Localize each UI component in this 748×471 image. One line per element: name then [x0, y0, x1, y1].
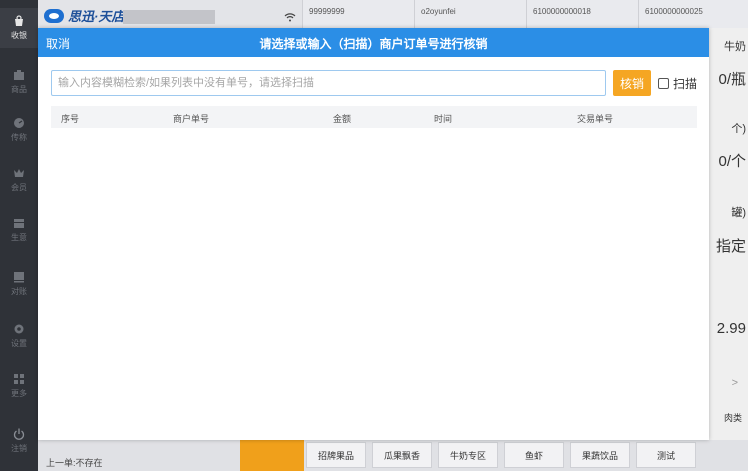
sidebar-item-label: 对账 [11, 287, 27, 296]
sidebar-item-reconcile[interactable]: 对账 [0, 264, 38, 304]
box-icon [13, 69, 25, 81]
crown-icon [13, 167, 25, 179]
dialog-title: 请选择或输入（扫描）商户订单号进行核销 [259, 37, 488, 51]
sidebar-item-label: 会员 [11, 183, 27, 192]
sidebar-item-settings[interactable]: 设置 [0, 316, 38, 356]
background-text: 0/瓶 [718, 71, 746, 88]
category-button[interactable]: 牛奶专区 [438, 442, 498, 468]
top-bar: 思迅·天店 99999999 o2oyunfei 6100000000018 6… [38, 0, 748, 28]
category-button[interactable]: 瓜果飘香 [372, 442, 432, 468]
checkbox-icon[interactable] [658, 78, 669, 89]
power-icon [13, 428, 25, 440]
sidebar-item-scale[interactable]: 传称 [0, 110, 38, 150]
sidebar-item-checkout[interactable]: 收银 [0, 8, 38, 48]
sidebar-item-label: 生意 [11, 233, 27, 242]
background-product-panel: 牛奶 0/瓶 个) 0/个 罐) 指定 2.99 > 肉类 券包 [709, 28, 748, 471]
scan-label: 扫描 [673, 77, 698, 91]
sidebar-item-label: 商品 [11, 85, 27, 94]
bottom-bar: 上一单:不存在 招牌果品 瓜果飘香 牛奶专区 鱼虾 果蔬饮品 测试 [38, 440, 748, 471]
logo-text: 思迅·天店 [68, 9, 125, 24]
wifi-icon [284, 9, 296, 27]
top-cell: 6100000000018 [526, 0, 638, 28]
store-name-redacted [123, 10, 215, 24]
chart-icon [13, 217, 25, 229]
sidebar-item-label: 更多 [11, 389, 27, 398]
grid-icon [13, 373, 25, 385]
search-row: 核销 扫描 [51, 70, 697, 96]
top-cell: 99999999 [302, 0, 414, 28]
verify-order-dialog: 取消 请选择或输入（扫描）商户订单号进行核销 核销 扫描 序号 商户单号 金额 … [38, 28, 709, 440]
background-category[interactable]: 肉类 [724, 411, 742, 424]
column-header-time: 时间 [434, 114, 453, 124]
sidebar-item-label: 收银 [11, 31, 27, 40]
sidebar-item-label: 注销 [11, 444, 27, 453]
top-cell: 6100000000025 [638, 0, 748, 28]
background-text: 罐) [731, 207, 746, 219]
category-button[interactable]: 招牌果品 [306, 442, 366, 468]
order-table-header: 序号 商户单号 金额 时间 交易单号 [51, 106, 697, 128]
ledger-icon [13, 271, 25, 283]
background-text: 2.99 [716, 320, 746, 337]
category-button[interactable]: 果蔬饮品 [570, 442, 630, 468]
verify-button[interactable]: 核销 [613, 70, 651, 96]
background-text: 0/个 [718, 153, 746, 170]
column-header-merchant-order: 商户单号 [173, 114, 210, 124]
previous-order-status: 上一单:不存在 [46, 458, 103, 468]
dialog-header: 取消 请选择或输入（扫描）商户订单号进行核销 [38, 28, 709, 57]
sidebar-item-goods[interactable]: 商品 [0, 62, 38, 102]
order-search-input[interactable] [51, 70, 606, 96]
gear-icon [13, 323, 25, 335]
background-text: 牛奶 [724, 41, 746, 53]
scan-checkbox[interactable]: 扫描 [658, 75, 697, 92]
background-text: 个) [731, 123, 746, 135]
bag-icon [13, 15, 25, 27]
sidebar-item-label: 传称 [11, 133, 27, 142]
sidebar-item-more[interactable]: 更多 [0, 366, 38, 406]
column-header-amount: 金额 [333, 114, 352, 124]
logo-icon [44, 8, 64, 23]
sidebar-item-business[interactable]: 生意 [0, 210, 38, 250]
chevron-right-icon[interactable]: > [732, 377, 738, 389]
category-button[interactable]: 测试 [636, 442, 696, 468]
sidebar-item-logout[interactable]: 注销 [0, 421, 38, 461]
scale-icon [13, 117, 25, 129]
checkout-button-background[interactable] [240, 440, 304, 471]
logo: 思迅·天店 [44, 6, 124, 25]
sidebar-item-label: 设置 [11, 339, 27, 348]
top-cell: o2oyunfei [414, 0, 526, 28]
sidebar-item-member[interactable]: 会员 [0, 160, 38, 200]
column-header-transaction-id: 交易单号 [577, 114, 614, 124]
column-header-index: 序号 [61, 114, 80, 124]
sidebar: 收银 商品 传称 会员 生意 对账 设置 更多 注销 [0, 0, 38, 471]
category-button[interactable]: 鱼虾 [504, 442, 564, 468]
background-text: 指定 [715, 238, 746, 255]
